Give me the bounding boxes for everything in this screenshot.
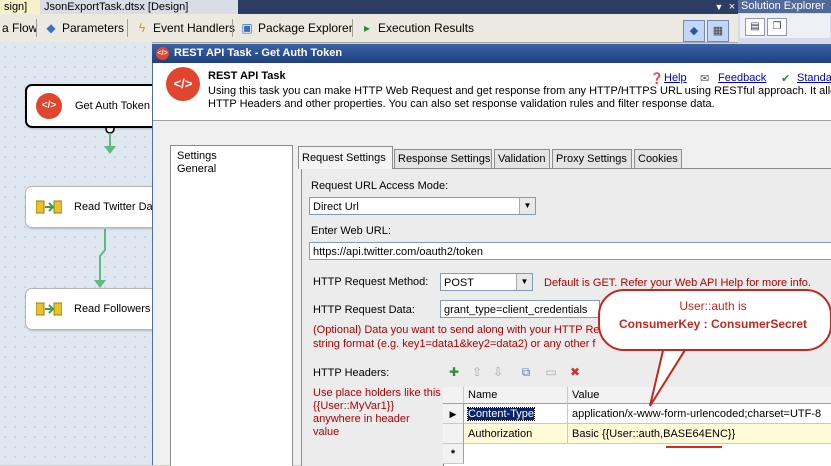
callout-line-1: User::auth is [679,299,747,313]
annotation-underline [666,446,722,448]
tab-separator [352,19,353,37]
nav-settings[interactable]: Settings [177,150,217,162]
tab-request-settings[interactable]: Request Settings [298,146,393,169]
rest-api-icon: </> [36,93,62,119]
tab-label: Package Explorer [258,21,353,35]
tab-response-settings[interactable]: Response Settings [394,149,492,168]
paste-icon[interactable]: ▭ [543,364,559,380]
tab-event-handlers[interactable]: ϟ Event Handlers [135,14,235,42]
feedback-icon: ✉ [700,73,710,85]
tab-parameters[interactable]: ◆ Parameters [44,14,124,42]
connector-arrow [104,146,116,154]
toolbox-button[interactable]: ▦ [707,20,729,42]
tab-separator [127,19,128,37]
grid-corner [443,387,464,404]
move-down-icon[interactable]: ⇩ [490,364,506,380]
connector-line [99,229,106,286]
tab-validation[interactable]: Validation [494,149,550,168]
task-label: Get Auth Token [75,100,151,112]
connector-arrow [94,280,106,288]
select-value: POST [444,277,474,289]
execution-results-icon: ▸ [363,21,371,35]
show-all-files-icon[interactable]: ❐ [767,18,787,36]
standard-icon: ✔ [781,73,791,85]
request-data-hint: (Optional) Data you want to send along w… [313,324,600,336]
rest-api-logo-icon: </> [166,67,200,101]
parameters-icon: ◆ [46,21,56,35]
table-row[interactable]: Content-Type [464,404,568,424]
solution-explorer-title: Solution Explorer [738,0,831,13]
rest-api-icon: </> [156,47,169,60]
move-up-icon[interactable]: ⇧ [469,364,485,380]
headers-hint: value [313,426,340,438]
header-name-cell[interactable]: Authorization [464,424,568,444]
headers-hint: Use place holders like this [313,387,441,399]
settings-nav-panel [170,145,293,466]
event-handlers-icon: ϟ [138,21,146,35]
add-row-icon[interactable]: ✚ [446,364,462,380]
column-header-name[interactable]: Name [464,387,568,404]
close-icon[interactable]: × [726,0,738,14]
tab-execution-results[interactable]: ▸ Execution Results [360,14,474,42]
tab-label: Execution Results [378,21,475,35]
nav-general[interactable]: General [177,163,216,175]
task-label: Read Followers [74,303,151,315]
tab-label: Event Handlers [153,21,236,35]
chevron-down-icon[interactable]: ▼ [516,274,532,290]
properties-icon[interactable]: ▤ [745,18,765,36]
request-data-label: HTTP Request Data: [313,304,415,316]
tab-label: a Flow [2,21,38,35]
web-url-label: Enter Web URL: [311,225,391,237]
header-name-cell[interactable]: Content-Type [466,407,536,421]
headers-label: HTTP Headers: [313,367,390,379]
task-label: Read Twitter Da [74,201,153,213]
web-url-input[interactable]: https://api.twitter.com/oauth2/token [309,242,831,260]
help-link[interactable]: Help [664,72,687,84]
tab-separator [232,19,233,37]
chevron-down-icon[interactable]: ▼ [519,198,535,214]
row-header[interactable] [443,424,464,444]
standard-link[interactable]: Standa [797,72,831,84]
access-mode-select[interactable]: Direct Url ▼ [309,197,536,215]
tab-list-dropdown-icon[interactable]: ▼ [712,0,726,14]
current-row-indicator-icon[interactable]: ▶ [443,404,464,424]
copy-icon[interactable]: ⧉ [518,364,534,380]
headers-hint: {{User::MyVar1}} [313,400,395,412]
tab-json-export-task[interactable]: JsonExportTask.dtsx [Design] [40,0,238,14]
tab-separator [36,19,37,37]
tab-label: Parameters [62,21,125,35]
callout-pointer-cover [665,340,690,349]
package-explorer-icon: ▣ [241,21,253,35]
method-label: HTTP Request Method: [313,276,429,288]
headers-hint: anywhere in header [313,413,410,425]
delete-row-icon[interactable]: ✖ [567,364,583,380]
request-data-hint: string format (e.g. key1=data1&key2=data… [313,338,596,350]
dialog-title-bar[interactable]: </> REST API Task - Get Auth Token [152,44,831,63]
feedback-link[interactable]: Feedback [718,72,766,84]
method-hint: Default is GET. Refer your Web API Help … [544,277,811,289]
header-value-cell[interactable]: Basic {{User::auth,BASE64ENC}} [568,424,831,444]
tab-cookies[interactable]: Cookies [634,149,682,168]
new-row-marker[interactable]: * [443,444,464,464]
data-flow-task-icon [36,200,62,214]
variables-button[interactable]: ◆ [683,20,705,42]
help-icon: ❓ [650,73,664,85]
tab-package-explorer[interactable]: ▣ Package Explorer [240,14,353,42]
data-flow-task-icon [36,302,62,316]
description-line: Using this task you can make HTTP Web Re… [208,85,831,97]
callout-line-2: ConsumerKey : ConsumerSecret [618,317,808,331]
dialog-title: REST API Task - Get Auth Token [174,47,343,59]
request-data-input[interactable]: grant_type=client_credentials [440,300,600,318]
description-line: HTTP Headers and other properties. You c… [208,98,715,110]
header-title: REST API Task [208,70,286,82]
select-value: Direct Url [313,201,359,213]
tab-proxy-settings[interactable]: Proxy Settings [552,149,632,168]
access-mode-label: Request URL Access Mode: [311,180,449,192]
tab-data-flow[interactable]: a Flow [2,14,37,42]
header-description: Using this task you can make HTTP Web Re… [208,85,831,111]
method-select[interactable]: POST ▼ [440,273,533,291]
